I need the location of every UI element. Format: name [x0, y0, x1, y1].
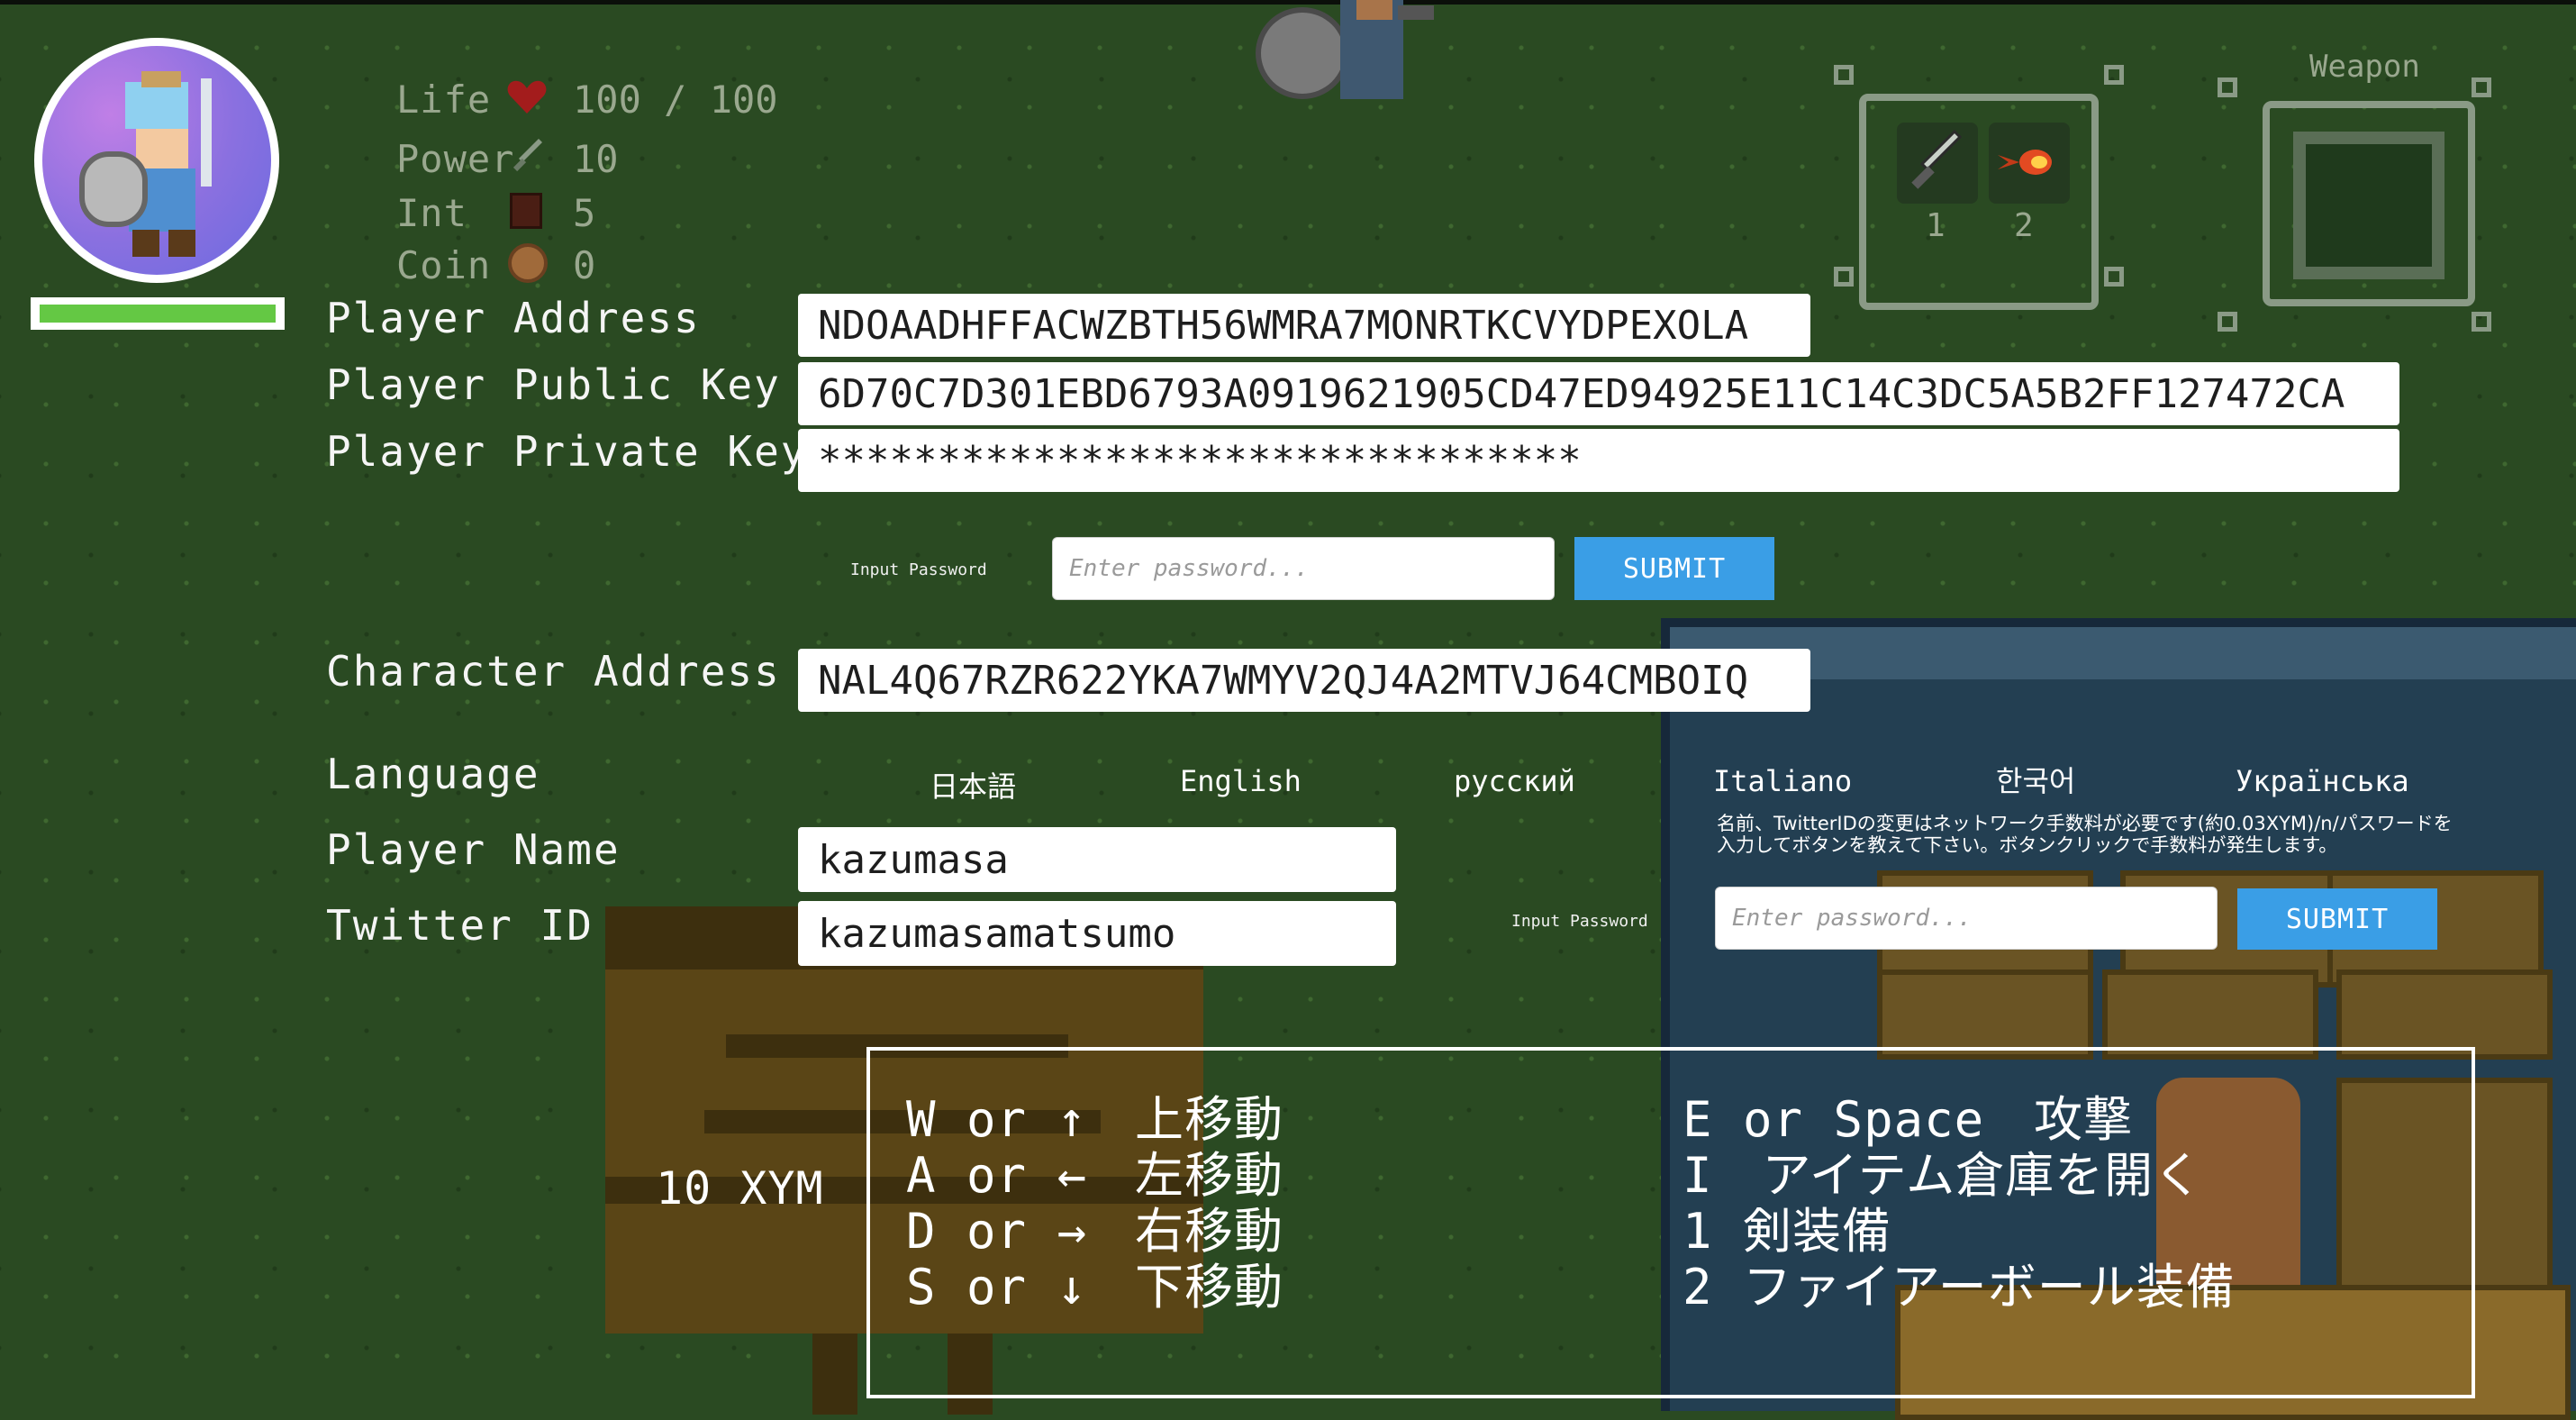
character-address-label: Character Address	[326, 647, 781, 696]
heart-icon	[506, 79, 548, 119]
fee-notice: 名前、TwitterIDの変更はネットワーク手数料が必要です(約0.03XYM)…	[1717, 813, 2453, 856]
knight-portrait-icon	[79, 71, 212, 257]
stat-power-label: Power	[396, 137, 515, 181]
stat-life-label: Life	[396, 77, 492, 122]
controls-left-column: W or ↑ 上移動 A or ← 左移動 D or → 右移動 S or ↓ 下移動	[906, 1079, 1283, 1315]
password-input[interactable]: Enter password...	[1052, 537, 1555, 600]
chest	[1877, 969, 2093, 1060]
player-name-field[interactable]: kazumasa	[798, 827, 1396, 892]
weapon-panel: Weapon	[2207, 45, 2531, 342]
chest	[2336, 969, 2553, 1060]
panel-corner	[2104, 267, 2124, 287]
panel-corner	[1834, 267, 1854, 287]
avatar-portrait	[42, 46, 271, 275]
language-option-ru[interactable]: русский	[1454, 764, 1575, 798]
player-private-key-field[interactable]: ********************************	[798, 429, 2399, 492]
sword-icon	[510, 139, 546, 178]
knight-npc-sprite	[1250, 0, 1443, 103]
stat-power-value: 10	[573, 137, 619, 181]
controls-help-panel: W or ↑ 上移動 A or ← 左移動 D or → 右移動 S or ↓ 下移動 …	[866, 1047, 2475, 1398]
stat-coin-value: 0	[573, 243, 596, 287]
stat-int-label: Int	[396, 191, 467, 235]
language-option-ja[interactable]: 日本語	[930, 764, 1016, 806]
player-avatar[interactable]	[34, 38, 279, 283]
chest	[2102, 969, 2318, 1060]
slot-1-number: 1	[1926, 207, 1946, 244]
stat-coin-label: Coin	[396, 243, 492, 287]
language-option-uk[interactable]: Українська	[2236, 764, 2409, 798]
health-bar-fill	[40, 305, 276, 323]
player-public-key-label: Player Public Key	[326, 360, 781, 409]
language-option-it[interactable]: Italiano	[1713, 764, 1852, 798]
language-option-en[interactable]: English	[1180, 764, 1302, 798]
password-label-2: Input Password	[1511, 912, 1648, 931]
slot-2-number: 2	[2014, 207, 2034, 244]
health-bar	[31, 297, 285, 330]
stat-life-value: 100 / 100	[573, 77, 778, 122]
stat-int-value: 5	[573, 191, 596, 235]
language-label: Language	[326, 750, 540, 798]
panel-corner	[2472, 77, 2491, 97]
slot-1[interactable]	[1897, 123, 1978, 204]
panel-corner	[2104, 65, 2124, 85]
control-line: E or Space 攻撃	[1683, 1091, 2134, 1148]
weapon-slot[interactable]	[2293, 132, 2444, 279]
book-icon	[510, 193, 542, 229]
coin-icon	[508, 243, 548, 283]
language-option-ko[interactable]: 한국어	[1996, 759, 2075, 800]
submit-button-2[interactable]: SUBMIT	[2237, 888, 2437, 950]
sign-price-text: 10 XYM	[656, 1162, 824, 1215]
slot-2[interactable]	[1989, 123, 2070, 204]
control-line: I アイテム倉庫を開く	[1683, 1147, 2204, 1204]
sword-icon	[1911, 129, 1963, 189]
panel-corner	[2472, 312, 2491, 332]
panel-corner	[1834, 65, 1854, 85]
player-name-label: Player Name	[326, 825, 621, 874]
control-line: 2 ファイアーボール装備	[1683, 1259, 2236, 1315]
panel-corner	[2218, 312, 2237, 332]
submit-button[interactable]: SUBMIT	[1574, 537, 1774, 600]
fireball-icon	[1998, 150, 2052, 175]
character-address-field[interactable]: NAL4Q67RZR622YKA7WMYV2QJ4A2MTVJ64CMBOIQ	[798, 649, 1810, 712]
controls-right-column: E or Space 攻撃 I アイテム倉庫を開く 1 剣装備 2 ファイアーボ…	[1683, 1079, 2236, 1315]
item-slots-panel: 1 2	[1801, 45, 2144, 310]
password-input-2[interactable]: Enter password...	[1715, 887, 2218, 950]
player-address-field[interactable]: NDOAADHFFACWZBTH56WMRA7MONRTKCVYDPEXOLA	[798, 294, 1810, 357]
weapon-label: Weapon	[2309, 49, 2420, 85]
twitter-id-label: Twitter ID	[326, 901, 594, 950]
control-key: S or ↓	[906, 1259, 1088, 1315]
control-action: 下移動	[1135, 1259, 1283, 1315]
twitter-id-field[interactable]: kazumasamatsumo	[798, 901, 1396, 966]
player-private-key-label: Player Private Key	[326, 427, 808, 476]
password-label: Input Password	[850, 560, 987, 579]
player-address-label: Player Address	[326, 294, 701, 342]
panel-corner	[2218, 77, 2237, 97]
player-public-key-field[interactable]: 6D70C7D301EBD6793A0919621905CD47ED94925E…	[798, 362, 2399, 425]
